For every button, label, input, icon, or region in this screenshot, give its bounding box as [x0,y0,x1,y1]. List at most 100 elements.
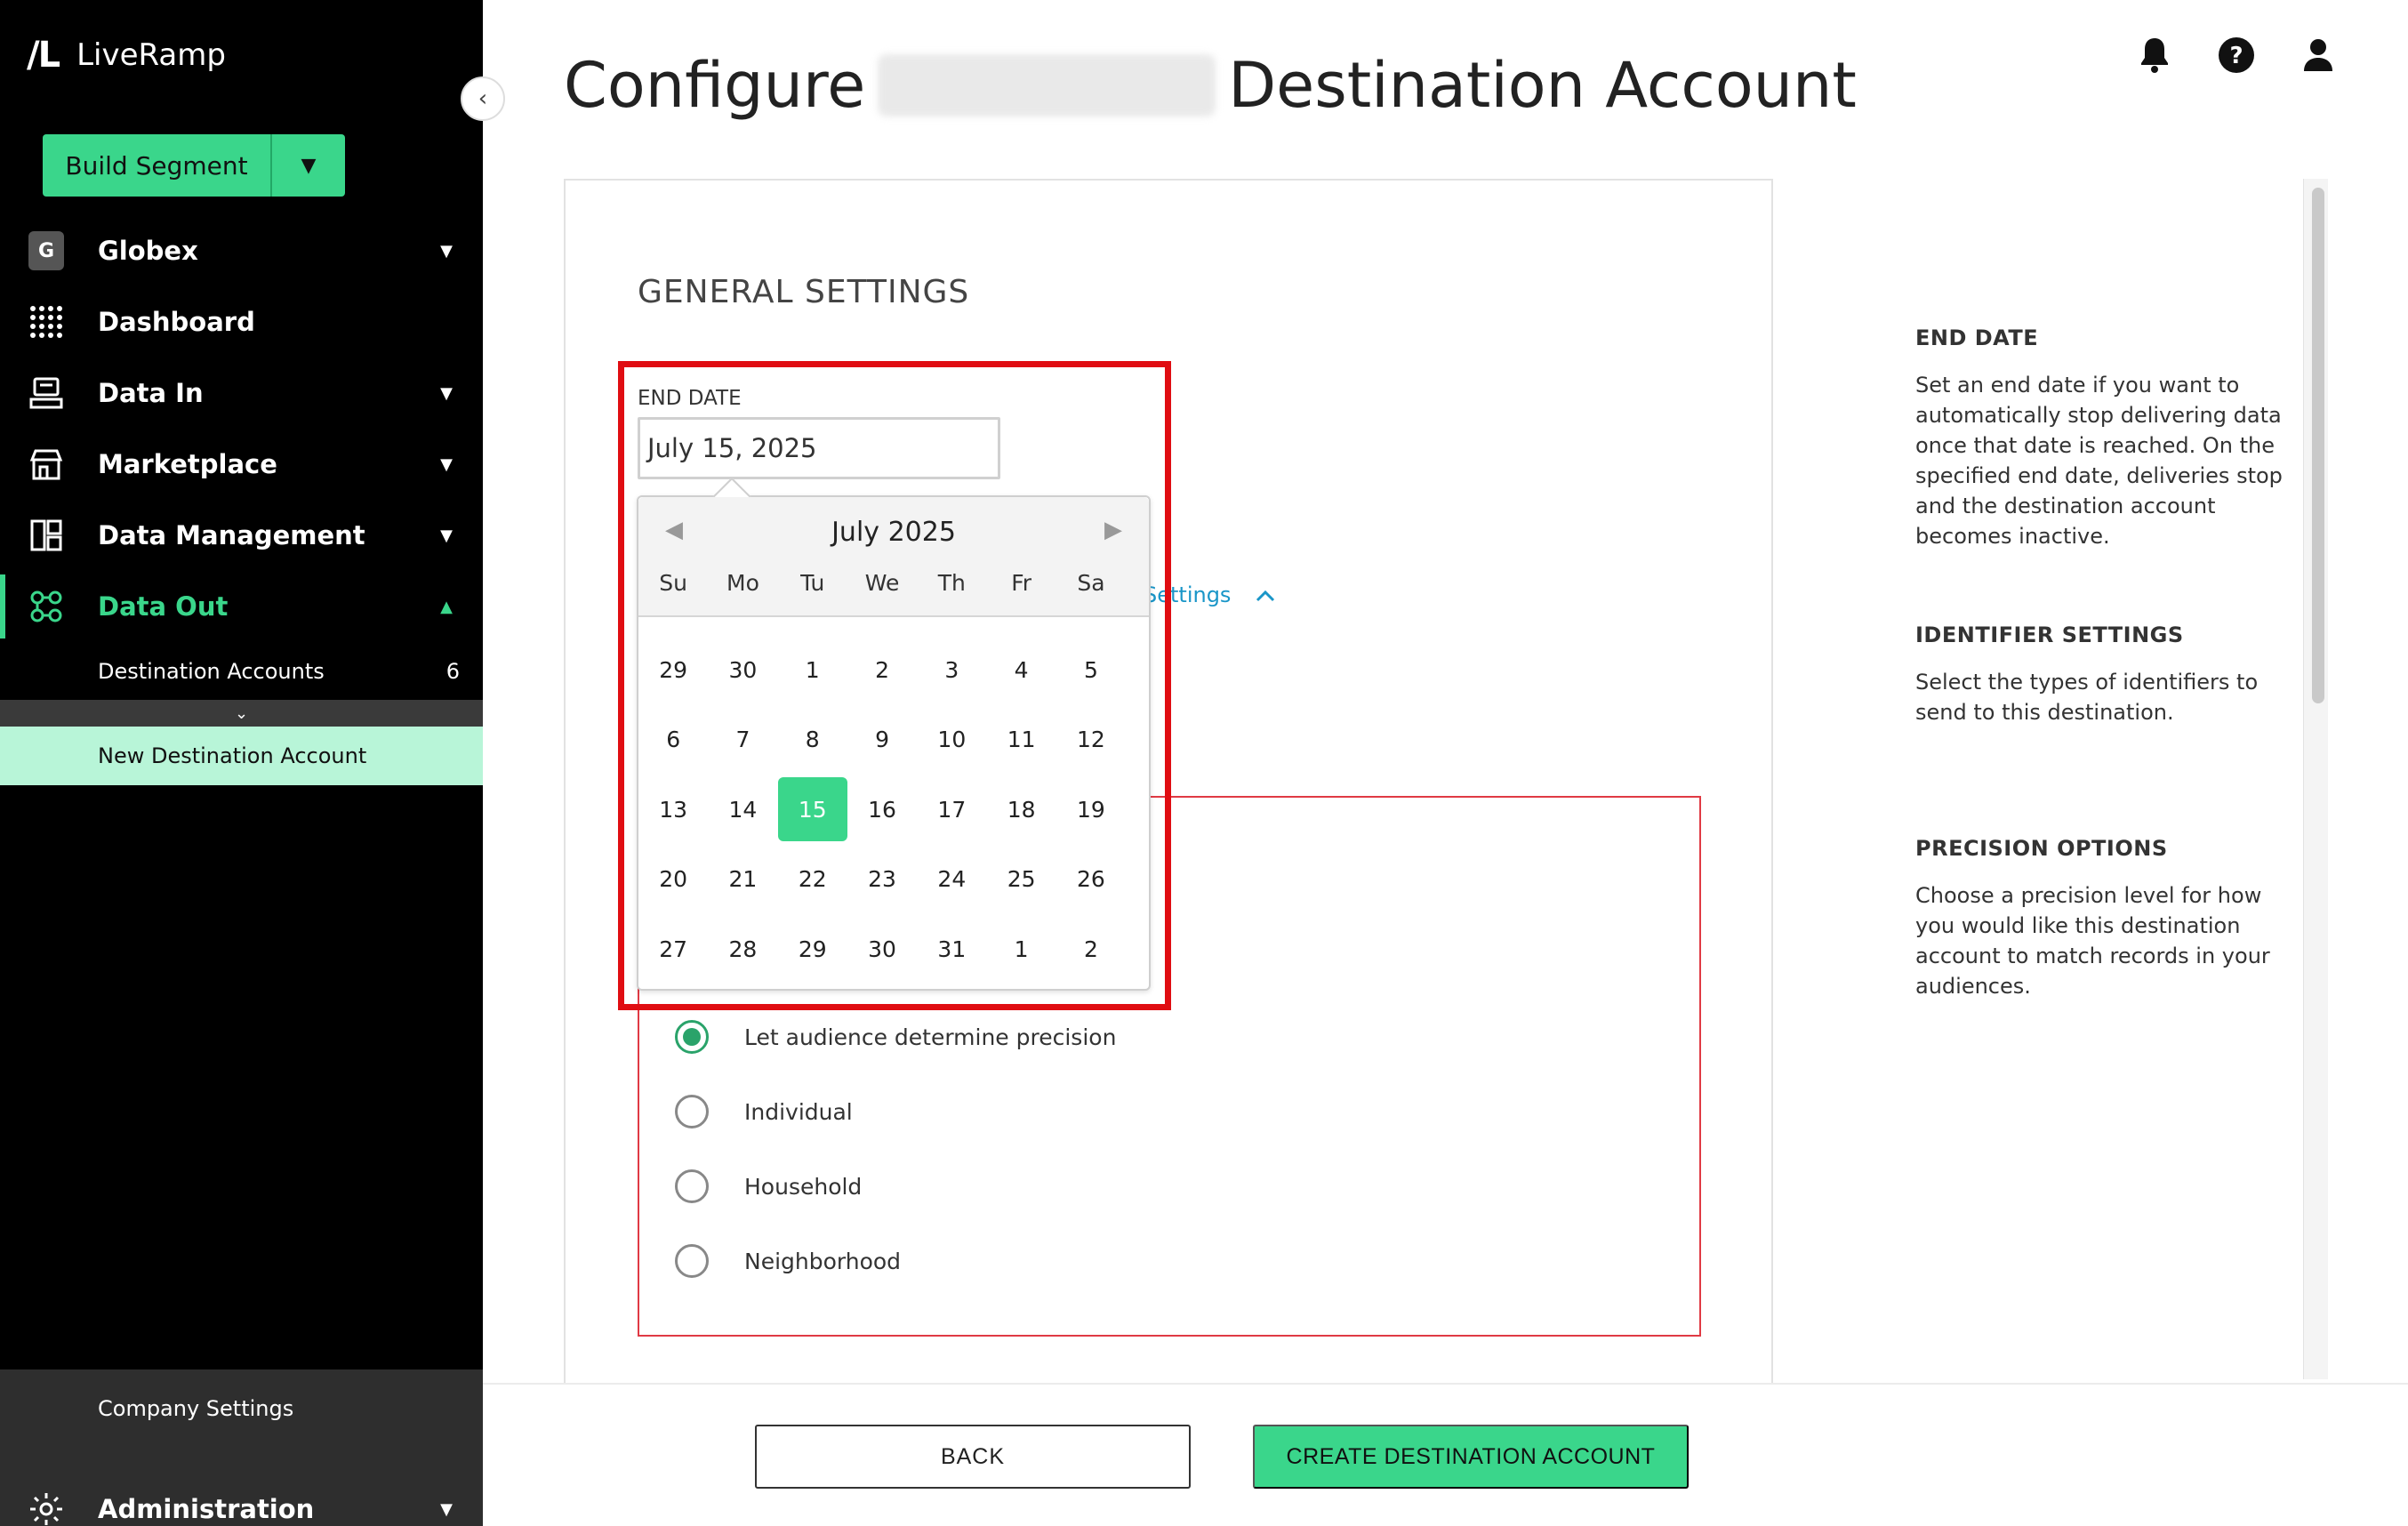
scrollbar[interactable] [2303,179,2328,1379]
weekday-label: Sa [1077,570,1105,596]
calendar-day[interactable]: 20 [638,847,708,912]
end-date-label: END DATE [638,387,742,410]
user-icon[interactable] [2300,34,2337,76]
build-segment-label[interactable]: Build Segment [43,134,272,197]
calendar-day[interactable]: 25 [986,847,1056,912]
help-identifier-settings: IDENTIFIER SETTINGS Select the types of … [1915,622,2289,727]
weekday-label: Su [659,570,687,596]
precision-option-label: Individual [744,1098,853,1125]
calendar-day[interactable]: 17 [917,777,986,841]
calendar-day[interactable]: 24 [917,847,986,912]
radio-unselected[interactable] [675,1095,709,1128]
help-text: Set an end date if you want to automatic… [1915,373,2283,549]
calendar-day[interactable]: 5 [1056,638,1126,702]
sidebar-item-marketplace[interactable]: Marketplace ▼ [0,433,483,495]
help-text: Select the types of identifiers to send … [1915,670,2259,725]
scrollbar-thumb[interactable] [2312,188,2324,703]
end-date-input[interactable]: July 15, 2025 [638,417,1000,479]
org-label: Globex [98,236,198,266]
sidebar-item-data-out[interactable]: Data Out ▲ [0,575,483,638]
calendar-day[interactable]: 11 [986,708,1056,772]
help-text: Choose a precision level for how you wou… [1915,883,2270,999]
subitem-label: New Destination Account [98,743,367,768]
help-title: PRECISION OPTIONS [1915,836,2168,861]
create-destination-account-button[interactable]: CREATE DESTINATION ACCOUNT [1253,1425,1689,1489]
precision-option[interactable]: Let audience determine precision [675,1020,1116,1054]
build-segment-button[interactable]: Build Segment ▼ [43,134,345,197]
help-end-date: END DATE Set an end date if you want to … [1915,325,2289,551]
svg-text:?: ? [2229,43,2243,69]
liveramp-logo[interactable]: /L LiveRamp [27,35,226,76]
calendar-day[interactable]: 18 [986,777,1056,841]
calendar-day[interactable]: 1 [778,638,847,702]
calendar-day[interactable]: 10 [917,708,986,772]
radio-selected[interactable] [675,1020,709,1054]
calendar-week: 29 30 1 2 3 4 5 [638,638,1149,708]
sidebar-item-label: Marketplace [98,449,277,479]
calendar-week: 13 14 15 16 17 18 19 [638,777,1149,847]
radio-unselected[interactable] [675,1169,709,1203]
calendar-day[interactable]: 7 [708,708,777,772]
help-icon[interactable]: ? [2218,34,2255,76]
calendar-week: 20 21 22 23 24 25 26 [638,847,1149,918]
calendar-day[interactable]: 6 [638,708,708,772]
calendar-day[interactable]: 13 [638,777,708,841]
chevron-down-icon[interactable]: ⌄ [0,700,483,727]
calendar-day[interactable]: 31 [917,917,986,981]
sidebar-item-administration[interactable]: Administration ▼ [0,1478,483,1526]
calendar-day[interactable]: 1 [986,917,1056,981]
help-title: IDENTIFIER SETTINGS [1915,622,2184,647]
identifier-settings-toggle[interactable]: Settings [1144,582,1275,607]
calendar-day[interactable]: 28 [708,917,777,981]
precision-option[interactable]: Household [675,1169,862,1203]
calendar-day[interactable]: 26 [1056,847,1126,912]
weekday-label: Mo [726,570,759,596]
calendar-day[interactable]: 30 [847,917,917,981]
collapse-sidebar-button[interactable]: ‹ [461,76,505,121]
month-label: July 2025 [831,517,956,548]
back-button[interactable]: BACK [755,1425,1191,1489]
calendar-day[interactable]: 16 [847,777,917,841]
calendar-day[interactable]: 3 [917,638,986,702]
page-title: Configure Destination Account [564,49,1857,122]
calendar-day[interactable]: 2 [847,638,917,702]
calendar-day[interactable]: 29 [778,917,847,981]
calendar-day[interactable]: 23 [847,847,917,912]
sidebar-item-dashboard[interactable]: Dashboard [0,291,483,353]
section-title: GENERAL SETTINGS [638,274,970,310]
sidebar-subitem-destination-accounts[interactable]: Destination Accounts 6 [0,645,483,698]
precision-option[interactable]: Neighborhood [675,1244,901,1278]
calendar-day[interactable]: 14 [708,777,777,841]
build-segment-dropdown-icon[interactable]: ▼ [272,134,345,197]
calendar-day[interactable]: 9 [847,708,917,772]
sidebar-item-label: Administration [98,1494,315,1524]
precision-option[interactable]: Individual [675,1095,853,1128]
company-settings-link[interactable]: Company Settings [98,1396,293,1421]
sidebar-item-data-in[interactable]: Data In ▼ [0,362,483,424]
weekday-header: Su Mo Tu We Th Fr Sa [638,570,1149,596]
next-month-icon[interactable]: ▶ [1104,517,1122,543]
bell-icon[interactable] [2136,34,2173,76]
identifier-settings-link[interactable]: Settings [1144,582,1231,607]
calendar-day[interactable]: 19 [1056,777,1126,841]
calendar-day[interactable]: 27 [638,917,708,981]
form-footer: BACK CREATE DESTINATION ACCOUNT [483,1383,2408,1526]
calendar-day[interactable]: 30 [708,638,777,702]
calendar-day[interactable]: 12 [1056,708,1126,772]
radio-unselected[interactable] [675,1244,709,1278]
calendar-day[interactable]: 29 [638,638,708,702]
sidebar: /L LiveRamp Build Segment ▼ G Globex ▼ D… [0,0,483,1526]
org-switcher[interactable]: G Globex ▼ [0,220,483,282]
date-picker-header: ◀ July 2025 ▶ Su Mo Tu We Th Fr Sa [638,497,1149,617]
calendar-day[interactable]: 8 [778,708,847,772]
sidebar-item-data-management[interactable]: Data Management ▼ [0,504,483,566]
precision-option-label: Household [744,1173,863,1200]
date-picker: ◀ July 2025 ▶ Su Mo Tu We Th Fr Sa 29 30 1… [637,495,1151,991]
sidebar-subitem-new-destination-account[interactable]: New Destination Account [0,727,483,785]
calendar-day[interactable]: 22 [778,847,847,912]
calendar-day-selected[interactable]: 15 [777,777,847,841]
calendar-day[interactable]: 2 [1056,917,1126,981]
weekday-label: We [864,570,900,596]
calendar-day[interactable]: 4 [986,638,1056,702]
calendar-day[interactable]: 21 [708,847,777,912]
